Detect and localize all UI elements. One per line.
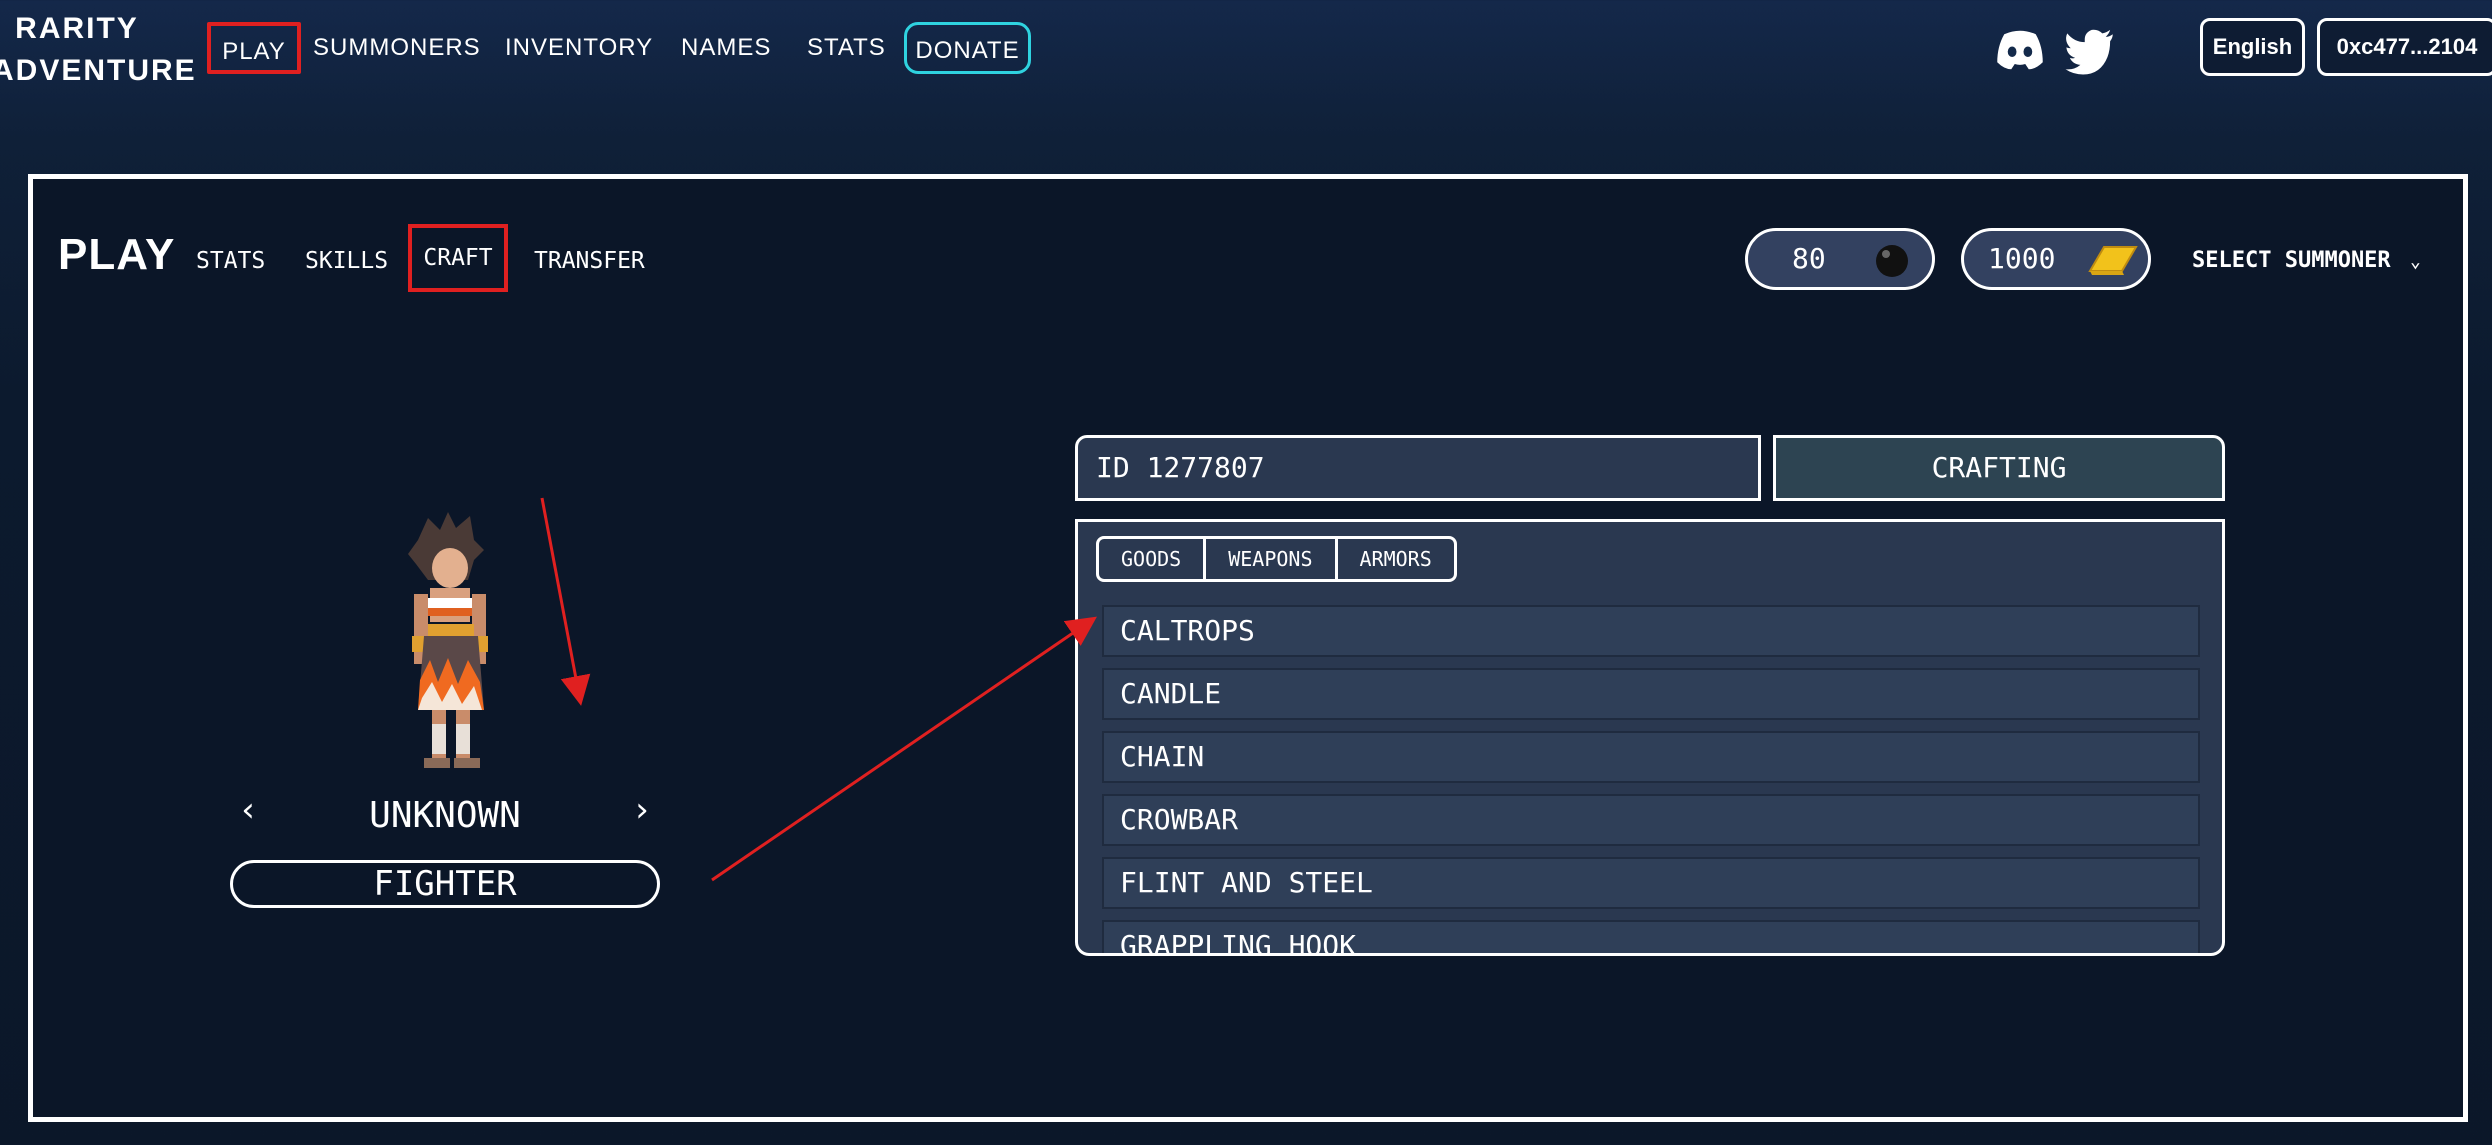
nav-summoners[interactable]: SUMMONERS	[313, 22, 481, 74]
subnav-skills[interactable]: SKILLS	[305, 236, 388, 286]
nav-donate[interactable]: DONATE	[904, 22, 1031, 74]
crafting-tabs: GOODS WEAPONS ARMORS	[1096, 536, 1457, 582]
gold-pill: 1000	[1961, 228, 2151, 290]
craft-materials-count: 80	[1792, 242, 1826, 275]
nav-inventory[interactable]: INVENTORY	[505, 22, 653, 74]
subnav-craft[interactable]: CRAFT	[408, 224, 508, 292]
subnav-stats[interactable]: STATS	[196, 236, 265, 286]
nav-names[interactable]: NAMES	[681, 22, 771, 74]
logo-line2: ADVENTURE	[0, 54, 197, 87]
gold-count: 1000	[1988, 242, 2056, 275]
craft-materials-pill: 80	[1745, 228, 1935, 290]
list-item[interactable]: CANDLE	[1102, 668, 2200, 720]
summoner-class-badge: FIGHTER	[230, 860, 660, 908]
list-item[interactable]: GRAPPLING HOOK	[1102, 920, 2200, 953]
tab-goods[interactable]: GOODS	[1099, 539, 1207, 579]
select-summoner-label: SELECT SUMMONER	[2192, 248, 2391, 273]
page-title: PLAY	[58, 230, 176, 279]
list-item[interactable]: CROWBAR	[1102, 794, 2200, 846]
prev-summoner-button[interactable]: ‹	[228, 790, 268, 830]
gold-bar-icon	[2088, 246, 2138, 275]
tab-armors[interactable]: ARMORS	[1338, 539, 1454, 579]
wallet-button[interactable]: 0xc477...2104	[2317, 18, 2492, 76]
summoner-id-field: ID 1277807	[1075, 435, 1761, 501]
summoner-sprite	[408, 512, 488, 768]
summoner-name: UNKNOWN	[369, 795, 521, 836]
logo-line1: RARITY	[15, 12, 139, 45]
tab-weapons[interactable]: WEAPONS	[1206, 539, 1338, 579]
list-item[interactable]: CALTROPS	[1102, 605, 2200, 657]
chevron-down-icon: ⌄	[2409, 251, 2421, 272]
subnav-transfer[interactable]: TRANSFER	[534, 236, 645, 286]
logo[interactable]: RARITY ADVENTURE	[0, 8, 197, 92]
bomb-icon	[1876, 245, 1908, 277]
list-item[interactable]: CHAIN	[1102, 731, 2200, 783]
nav-play[interactable]: PLAY	[207, 22, 301, 74]
list-item[interactable]: FLINT AND STEEL	[1102, 857, 2200, 909]
language-button[interactable]: English	[2200, 18, 2305, 76]
discord-icon[interactable]	[1992, 22, 2048, 78]
crafting-list-panel: GOODS WEAPONS ARMORS CALTROPS CANDLE CHA…	[1075, 519, 2225, 956]
twitter-icon[interactable]	[2062, 22, 2118, 78]
select-summoner-dropdown[interactable]: SELECT SUMMONER ⌄	[2192, 248, 2421, 273]
crafting-button[interactable]: CRAFTING	[1773, 435, 2225, 501]
next-summoner-button[interactable]: ›	[622, 790, 662, 830]
nav-stats[interactable]: STATS	[807, 22, 886, 74]
